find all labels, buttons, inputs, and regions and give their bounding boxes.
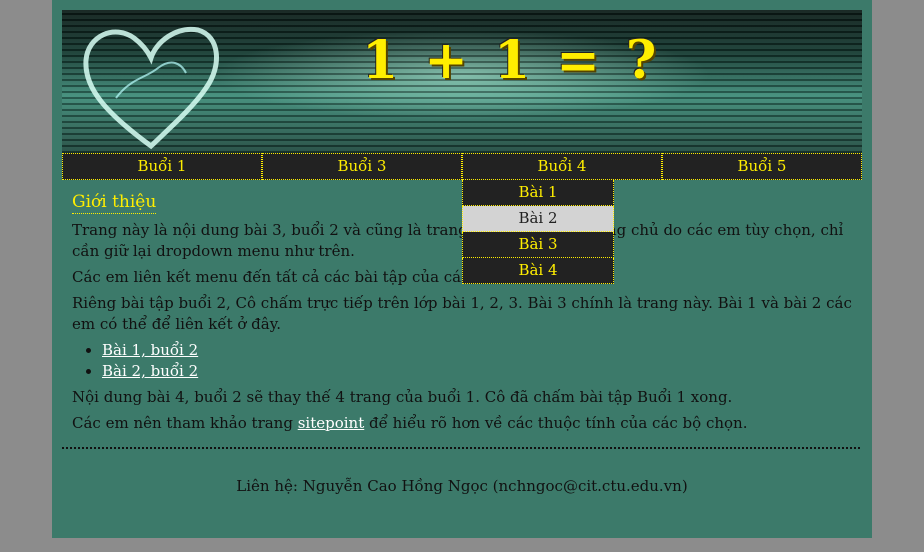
main-nav: Buổi 1 Buổi 3 Buổi 4 Buổi 5 — [62, 153, 862, 180]
footer-divider — [62, 447, 860, 449]
nav-item-buoi-5[interactable]: Buổi 5 — [662, 153, 862, 180]
header-banner: 1 + 1 = ? — [62, 10, 862, 153]
banner-title: 1 + 1 = ? — [362, 30, 661, 91]
footer-contact: Liên hệ: Nguyễn Cao Hồng Ngọc (nchngoc@c… — [236, 477, 688, 495]
sitepoint-link[interactable]: sitepoint — [298, 414, 365, 432]
paragraph-bai-4: Nội dung bài 4, buổi 2 sẽ thay thế 4 tra… — [72, 388, 733, 406]
sitepoint-text-after: để hiểu rõ hơn về các thuộc tính của các… — [364, 414, 748, 432]
nav-item-buoi-1[interactable]: Buổi 1 — [62, 153, 262, 180]
paragraph-buoi-2: Riêng bài tập buổi 2, Cô chấm trực tiếp … — [72, 294, 852, 333]
sitepoint-text-before: Các em nên tham khảo trang — [72, 414, 298, 432]
page-heading: Giới thiệu — [72, 192, 157, 214]
list-item: Bài 1, buổi 2 — [102, 340, 857, 361]
link-bai-2-buoi-2[interactable]: Bài 2, buổi 2 — [102, 362, 198, 380]
dropdown-menu-buoi-4: Bài 1 Bài 2 Bài 3 Bài 4 — [462, 180, 614, 284]
link-bai-1-buoi-2[interactable]: Bài 1, buổi 2 — [102, 341, 198, 359]
heart-icon — [83, 26, 219, 150]
dropdown-item-bai-2[interactable]: Bài 2 — [462, 206, 614, 232]
list-item: Bài 2, buổi 2 — [102, 361, 857, 382]
page-container: 1 + 1 = ? Buổi 1 Buổi 3 Buổi 4 Buổi 5 Gi… — [52, 0, 872, 538]
nav-item-buoi-4[interactable]: Buổi 4 — [462, 153, 662, 180]
link-list: Bài 1, buổi 2 Bài 2, buổi 2 — [72, 340, 857, 382]
dropdown-item-bai-3[interactable]: Bài 3 — [462, 232, 614, 258]
dropdown-item-bai-1[interactable]: Bài 1 — [462, 180, 614, 206]
paragraph-sitepoint: Các em nên tham khảo trang sitepoint để … — [72, 413, 857, 434]
dropdown-item-bai-4[interactable]: Bài 4 — [462, 258, 614, 284]
nav-item-buoi-3[interactable]: Buổi 3 — [262, 153, 462, 180]
